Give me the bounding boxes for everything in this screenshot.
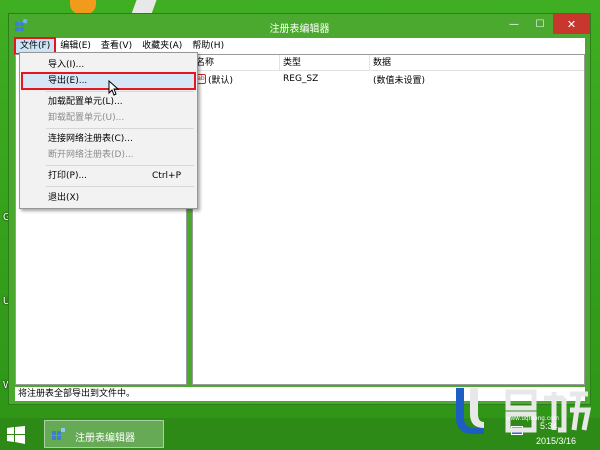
title-bar[interactable]: 注册表编辑器 — ☐ ✕ xyxy=(9,14,590,38)
menu-item-import[interactable]: 导入(I)... xyxy=(22,57,195,73)
menu-item-unload-hive: 卸载配置单元(U)... xyxy=(48,113,125,123)
desktop-shortcut-icon[interactable] xyxy=(70,0,96,14)
menu-separator xyxy=(46,128,194,129)
taskbar-item-registry-editor[interactable]: 注册表编辑器 xyxy=(44,420,164,448)
clock-date[interactable]: 2015/3/16 xyxy=(536,436,576,446)
print-shortcut: Ctrl+P xyxy=(152,171,181,181)
menu-item-print[interactable]: 打印(P)... Ctrl+P xyxy=(22,168,195,184)
maximize-button[interactable]: ☐ xyxy=(527,14,553,34)
menu-separator xyxy=(46,91,194,92)
desktop-shortcut-icon[interactable] xyxy=(131,0,157,14)
registry-editor-icon xyxy=(52,428,65,440)
column-header-data[interactable]: 数据 xyxy=(370,55,584,71)
clock-time[interactable]: 5:34 xyxy=(540,421,558,431)
column-header-name[interactable]: 名称 xyxy=(193,55,280,71)
taskbar-item-label: 注册表编辑器 xyxy=(75,433,135,444)
menu-item-connect-network[interactable]: 连接网络注册表(C)... xyxy=(22,131,195,147)
file-menu-dropdown: 导入(I)... 导出(E)... 加载配置单元(L)... 卸载配置单元(U)… xyxy=(19,52,198,209)
list-header: 名称 类型 数据 xyxy=(193,55,584,71)
value-type-cell: REG_SZ xyxy=(283,74,319,84)
menu-item-exit[interactable]: 退出(X) xyxy=(22,190,195,206)
minimize-button[interactable]: — xyxy=(501,14,527,34)
mouse-pointer-icon xyxy=(108,80,120,96)
uqidong-logo xyxy=(456,388,592,434)
menu-item-load-hive[interactable]: 加载配置单元(L)... xyxy=(22,94,195,110)
windows-start-icon[interactable] xyxy=(6,425,26,445)
value-name: (默认) xyxy=(208,75,234,86)
column-header-type[interactable]: 类型 xyxy=(280,55,370,71)
menu-item-print-label: 打印(P)... xyxy=(48,171,88,181)
menu-item-disconnect-network: 断开网络注册表(D)... xyxy=(48,150,134,160)
value-data-cell: (数值未设置) xyxy=(373,75,426,86)
value-list-pane[interactable]: 名称 类型 数据 ab (默认) REG_SZ (数值未设置) xyxy=(192,54,585,385)
menu-separator xyxy=(46,186,194,187)
value-name-cell: ab (默认) xyxy=(193,73,280,86)
menu-separator xyxy=(46,165,194,166)
close-button[interactable]: ✕ xyxy=(553,14,590,34)
table-row[interactable]: ab (默认) REG_SZ (数值未设置) xyxy=(193,72,584,86)
